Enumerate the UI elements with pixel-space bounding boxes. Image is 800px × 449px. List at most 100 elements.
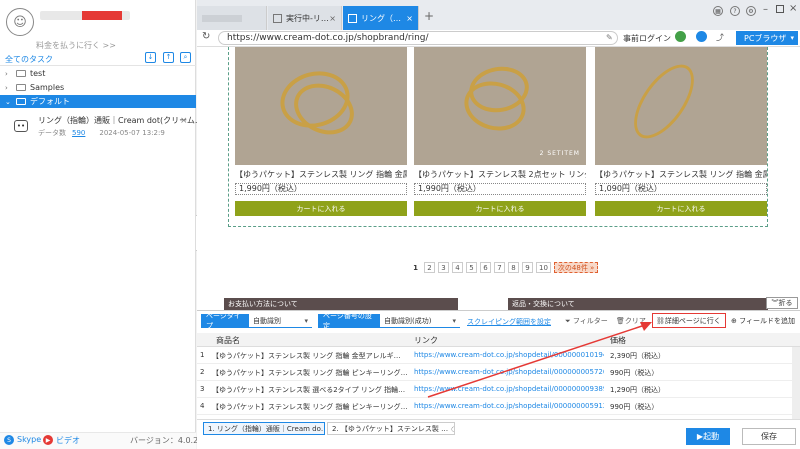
tree-folder-samples[interactable]: › Samples bbox=[0, 81, 196, 94]
status-green-icon[interactable] bbox=[675, 31, 686, 42]
page-link[interactable]: 1 bbox=[410, 262, 421, 273]
page-link[interactable]: 9 bbox=[522, 262, 533, 273]
prelogin-button[interactable]: 事前ログイン bbox=[623, 33, 671, 44]
add-to-cart-button[interactable]: カートに入れる bbox=[414, 201, 586, 216]
page-link[interactable]: 8 bbox=[508, 262, 519, 273]
product-title[interactable]: 【ゆうパケット】ステンレス製 リング 指輪 金属アレ… bbox=[595, 169, 767, 180]
column-header-link[interactable]: リンク bbox=[414, 335, 438, 346]
redacted-title bbox=[202, 14, 242, 22]
help-icon[interactable]: ? bbox=[730, 6, 740, 16]
table-header bbox=[197, 333, 800, 347]
scrape-range-link[interactable]: スクレイピング範囲を設定 bbox=[467, 317, 551, 327]
avatar-icon[interactable]: ☺ bbox=[6, 8, 34, 36]
link-icon: ⛓ bbox=[656, 316, 665, 325]
new-tab-icon[interactable]: + bbox=[424, 9, 434, 23]
robot-icon: •• bbox=[14, 120, 28, 132]
upgrade-link[interactable]: 料金を払うに行く >> bbox=[36, 40, 116, 51]
folder-icon bbox=[16, 70, 26, 77]
import-task-icon[interactable]: ↓ bbox=[145, 52, 156, 63]
go-detail-page-button[interactable]: ⛓ 詳細ページに行く bbox=[652, 313, 726, 328]
chevron-down-icon: ⌄ bbox=[5, 97, 11, 106]
product-price: 1,990円（税込） bbox=[235, 183, 407, 195]
search-task-icon[interactable]: ⌕ bbox=[180, 52, 191, 63]
close-window-icon[interactable]: × bbox=[789, 3, 797, 14]
page-type-select[interactable]: 自動識別 bbox=[249, 314, 312, 328]
clear-button[interactable]: 🗑クリア bbox=[616, 316, 646, 326]
grid-icon[interactable]: ▦ bbox=[713, 6, 723, 16]
arrow-icon[interactable]: ⤴ bbox=[716, 32, 724, 43]
table-row[interactable]: 4 【ゆうパケット】ステンレス製 リング 指輪 ピンキーリング… https://w… bbox=[197, 398, 792, 415]
task-close-icon[interactable]: × bbox=[180, 116, 188, 126]
all-tasks-label[interactable]: 全てのタスク bbox=[5, 54, 53, 65]
table-row[interactable]: 3 【ゆうパケット】ステンレス製 選べる2タイプ リング 指輪… https://w… bbox=[197, 381, 792, 398]
settings-icon[interactable]: ⚙ bbox=[746, 6, 756, 16]
page-link[interactable]: 3 bbox=[438, 262, 449, 273]
add-to-cart-button[interactable]: カートに入れる bbox=[235, 201, 407, 216]
data-count-link[interactable]: 590 bbox=[72, 129, 85, 137]
folder-icon bbox=[16, 98, 26, 105]
run-button[interactable]: ▶ 起動 bbox=[686, 428, 730, 445]
page-link[interactable]: 4 bbox=[452, 262, 463, 273]
page-icon bbox=[273, 13, 282, 23]
page-link[interactable]: 2 bbox=[424, 262, 435, 273]
username-redacted bbox=[40, 11, 130, 20]
maximize-icon[interactable] bbox=[776, 5, 784, 13]
returns-section-header: 返品・交換について bbox=[508, 298, 768, 310]
task-meta: データ数 590 2024-05-07 13:2:9 bbox=[38, 129, 165, 137]
close-tab-icon[interactable]: × bbox=[406, 14, 413, 23]
chevron-down-icon: ︾ bbox=[771, 299, 779, 307]
page-link[interactable]: 6 bbox=[480, 262, 491, 273]
trash-icon: 🗑 bbox=[616, 317, 625, 325]
chevron-right-icon: › bbox=[5, 83, 8, 92]
tree-folder-test[interactable]: › test bbox=[0, 67, 196, 80]
table-row[interactable]: 1 【ゆうパケット】ステンレス製 リング 指輪 金型アレルギ… https://ww… bbox=[197, 347, 792, 364]
page-link[interactable]: 5 bbox=[466, 262, 477, 273]
reload-icon[interactable]: ↻ bbox=[202, 31, 210, 42]
table-row[interactable]: 2 【ゆうパケット】ステンレス製 リング 指輪 ピンキーリング… https://w… bbox=[197, 364, 792, 381]
column-header-price[interactable]: 価格 bbox=[610, 335, 626, 346]
fold-button[interactable]: ︾ 折る bbox=[766, 297, 798, 309]
next-page-link[interactable]: 次の48件 » bbox=[553, 262, 599, 273]
pc-browser-dropdown[interactable]: PCブラウザ bbox=[736, 31, 798, 45]
table-scrollbar[interactable] bbox=[792, 347, 800, 419]
export-task-icon[interactable]: ↑ bbox=[163, 52, 174, 63]
close-tab-icon[interactable]: × bbox=[329, 14, 336, 23]
skype-link[interactable]: Skype bbox=[17, 435, 41, 444]
product-title[interactable]: 【ゆうパケット】ステンレス製 2点セット リング 指… bbox=[414, 169, 586, 180]
result-tab-2[interactable]: 2. 【ゆうパケット】ステンレス製 …◷ bbox=[327, 422, 455, 435]
video-link[interactable]: ビデオ bbox=[56, 435, 80, 446]
column-header-name[interactable]: 商品名 bbox=[216, 335, 240, 346]
video-icon[interactable]: ▶ bbox=[43, 435, 53, 445]
tree-folder-default[interactable]: ⌄ デフォルト bbox=[0, 95, 196, 108]
tab-1[interactable] bbox=[197, 6, 267, 30]
add-to-cart-button[interactable]: カートに入れる bbox=[595, 201, 767, 216]
skype-icon[interactable]: S bbox=[4, 435, 14, 445]
pagination: 1 2 3 4 5 6 7 8 9 10 次の48件 » bbox=[410, 262, 599, 273]
chevron-right-icon: › bbox=[5, 69, 8, 78]
product-image[interactable] bbox=[235, 47, 407, 165]
add-field-button[interactable]: ⊕ フィールドを追加 bbox=[731, 316, 795, 326]
payment-section-header: お支払い方法について bbox=[224, 298, 458, 310]
page-link[interactable]: 7 bbox=[494, 262, 505, 273]
tab-running[interactable]: 実行中-リ… × bbox=[268, 6, 342, 30]
result-tab-1[interactable]: 1. リング（指輪）通販｜Cream do… bbox=[203, 422, 325, 435]
filter-icon: ⏷ bbox=[565, 317, 573, 325]
page-number-select[interactable]: 自動識別(成功) bbox=[380, 314, 460, 328]
page-type-label: ページタイプ bbox=[201, 312, 249, 330]
user-icon[interactable] bbox=[696, 31, 707, 42]
product-title[interactable]: 【ゆうパケット】ステンレス製 リング 指輪 金属アレ… bbox=[235, 169, 407, 180]
url-input[interactable]: https://www.cream-dot.co.jp/shopbrand/ri… bbox=[218, 31, 618, 45]
edit-icon[interactable]: ✎ bbox=[606, 33, 613, 42]
minimize-icon[interactable]: – bbox=[763, 4, 768, 15]
plus-circle-icon: ⊕ bbox=[731, 317, 740, 325]
page-number-label: ページ番号の設定 bbox=[318, 312, 380, 330]
save-button[interactable]: 保存 bbox=[742, 428, 796, 445]
version-label: バージョン：4.0.2 bbox=[130, 436, 199, 445]
task-name[interactable]: リング（指輪）通販｜Cream dot(クリーム… bbox=[38, 115, 203, 126]
page-link[interactable]: 10 bbox=[536, 262, 551, 273]
page-icon bbox=[348, 13, 357, 23]
filter-button[interactable]: ⏷ フィルター bbox=[565, 316, 608, 326]
product-image[interactable]: 2 SETITEM bbox=[414, 47, 586, 165]
tab-ring-active[interactable]: リング（… × bbox=[343, 6, 419, 30]
product-image[interactable] bbox=[595, 47, 767, 165]
